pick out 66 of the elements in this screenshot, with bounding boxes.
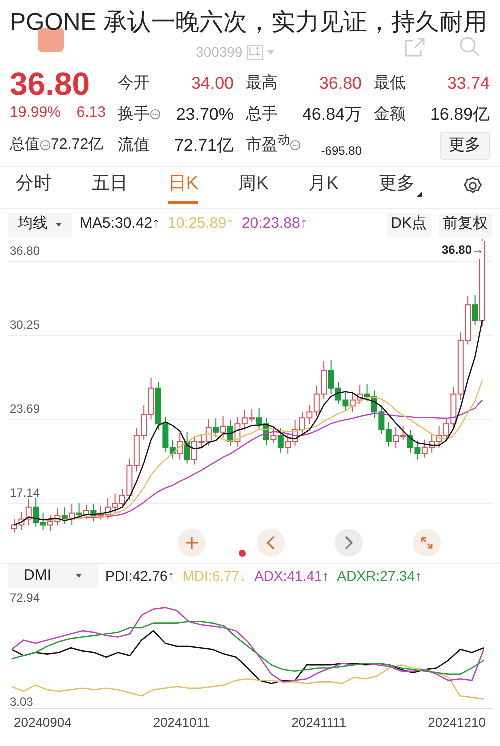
stat-label: 最低 [374,74,406,94]
current-price: 36.80 [10,70,92,98]
next-button[interactable] [335,528,363,556]
level-badge: L1 [246,45,263,60]
stat-label: 换手 [118,104,150,125]
caption: PGONE 承认一晚六次，实力见证，持久耐用 [10,8,488,38]
indicator-select[interactable]: DMI [8,564,98,588]
stock-code: 300399 [196,43,243,62]
info-icon[interactable] [150,109,161,120]
dmi-value: ADXR:27.34↑ [337,566,422,586]
caret-icon [76,574,82,578]
axis-label: 36.80 [10,242,40,260]
ma-value: 10:25.89↑ [168,214,234,234]
adjust-button[interactable]: 前复权 [439,212,492,236]
indicator-select[interactable]: 均线 [8,212,72,236]
axis-label: 72.94 [10,590,40,606]
stat-value: 72.72亿 [51,135,104,156]
previous-button[interactable] [257,528,285,556]
chevron-left-icon [266,536,276,550]
stat-value: 33.74 [447,73,490,96]
stat-value: 34.00 [191,73,234,96]
period-tab[interactable]: 五日 [92,170,128,204]
stat-value: 36.80 [319,73,362,96]
dk-button[interactable]: DK点 [387,212,431,236]
dmi-value: PDI:42.76↑ [106,566,175,586]
stat-value: 16.89亿 [430,104,490,126]
dmi-value: MDI:6.77↓ [182,566,247,586]
change-amount: 6.13 [76,103,106,123]
dmi-value: ADX:41.41↑ [254,566,330,586]
stat-value: 72.71亿 [174,134,234,157]
caret-icon [56,222,62,226]
more-button[interactable]: 更多 [440,132,490,160]
info-icon[interactable] [40,140,51,151]
stat-label: 最高 [246,74,278,94]
change-percent: 19.99% [10,103,61,123]
ma-value: 20:23.88↑ [242,214,308,234]
date-label: 20241210 [428,714,486,732]
expand-icon [420,536,434,550]
ma-value: MA5:30.42↑ [80,214,160,234]
axis-label: 23.69 [10,400,40,418]
date-label: 20240904 [14,714,72,732]
stat-label: 市盈$^{动}$ [246,134,290,156]
stat-label: 总值 [10,135,40,156]
plus-icon [185,536,199,550]
date-label: 20241011 [153,714,210,732]
stat-label: 总手 [246,104,278,125]
add-button[interactable] [178,528,206,556]
price-tag: 36.80→ [442,240,484,258]
period-tab[interactable]: 周K [238,170,268,204]
period-tab[interactable]: 月K [308,170,339,204]
period-tab[interactable]: 分时 [16,170,52,204]
axis-label: 3.03 [10,694,34,710]
axis-label: 17.14 [10,484,40,502]
date-label: 20241111 [292,714,347,732]
stat-value: -695.80 [321,142,362,160]
stat-label: 今开 [118,74,150,94]
stat-label: 流值 [118,136,150,156]
stat-value: 46.84万 [302,104,362,126]
stat-value: 23.70% [176,104,234,126]
stat-label: 金额 [374,104,406,125]
axis-label: 30.25 [10,316,40,334]
expand-button[interactable] [413,528,441,556]
period-tab[interactable]: 更多 [378,170,422,204]
chevron-right-icon [344,536,354,550]
info-icon[interactable] [290,140,301,151]
caret-icon [416,192,422,197]
